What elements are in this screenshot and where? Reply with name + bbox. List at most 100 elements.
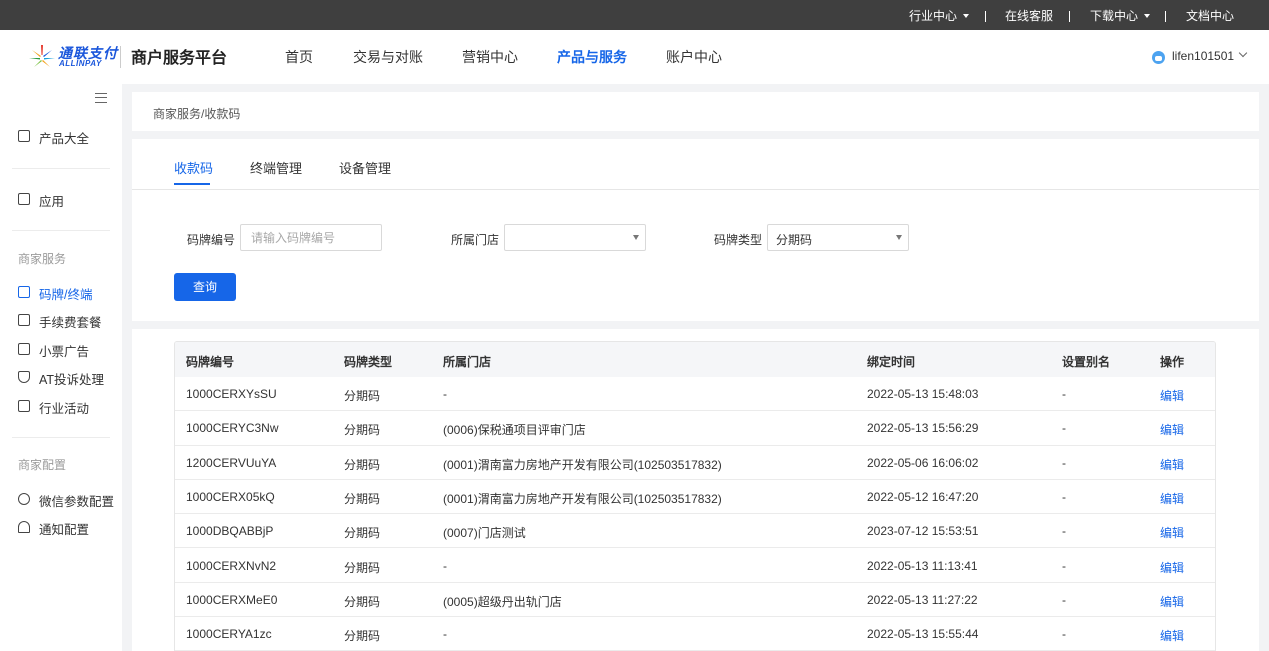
table-row: 1000CERXMeE0 分期码 (0005)超级丹出轨门店 2022-05-1… — [175, 583, 1215, 618]
cell-code-type: 分期码 — [344, 629, 381, 644]
edit-link[interactable]: 编辑 — [1160, 456, 1184, 473]
query-button[interactable]: 查询 — [174, 273, 236, 301]
nav-account-center[interactable]: 账户中心 — [666, 47, 722, 67]
sidebar-item-label: 应用 — [39, 195, 65, 209]
column-header-code-no: 码牌编号 — [186, 355, 235, 369]
cell-code-type: 分期码 — [344, 389, 381, 403]
breadcrumb: 商家服务/收款码 — [153, 107, 241, 121]
nav-transactions-reconciliation[interactable]: 交易与对账 — [353, 47, 423, 67]
cell-bind-time: 2022-05-13 15:55:44 — [867, 627, 979, 642]
cell-alias: - — [1062, 524, 1066, 539]
sidebar-divider — [12, 168, 110, 169]
table-row: 1000DBQABBjP 分期码 (0007)门店测试 2023-07-12 1… — [175, 514, 1215, 549]
tab-payment-code[interactable]: 收款码 — [174, 158, 213, 177]
sidebar-divider — [12, 437, 110, 438]
cell-code-type: 分期码 — [344, 526, 381, 541]
store-select[interactable] — [504, 224, 646, 251]
edit-link[interactable]: 编辑 — [1160, 627, 1184, 644]
column-header-alias: 设置别名 — [1062, 355, 1111, 369]
archive-box-icon — [18, 193, 30, 205]
sidebar-divider — [12, 230, 110, 231]
code-no-label: 码牌编号 — [187, 233, 236, 247]
cell-code-type: 分期码 — [344, 457, 381, 472]
active-tab-indicator — [174, 183, 210, 185]
cell-alias: - — [1062, 421, 1066, 436]
settings-cube-icon — [18, 493, 30, 505]
cell-bind-time: 2022-05-06 16:06:02 — [867, 455, 979, 470]
bell-icon — [18, 521, 30, 533]
cell-code-no: 1000CERXYsSU — [186, 387, 277, 401]
cell-alias: - — [1062, 558, 1066, 573]
cell-store: (0007)门店测试 — [443, 526, 526, 541]
download-center-dropdown[interactable]: 下载中心 — [1090, 0, 1151, 30]
industry-center-dropdown[interactable]: 行业中心 — [909, 0, 970, 30]
code-type-select[interactable]: 分期码 — [767, 224, 909, 251]
store-label: 所属门店 — [451, 233, 500, 247]
sidebar: 产品大全 应用 商家服务 码牌/终端 手续费套餐 小票广告 AT投诉处理 行业活… — [0, 84, 122, 651]
allinpay-logo[interactable]: 通联支付 ALLINPAY — [29, 43, 117, 71]
menu-collapse-icon[interactable] — [95, 93, 107, 103]
edit-link[interactable]: 编辑 — [1160, 490, 1184, 507]
code-no-input[interactable] — [240, 224, 382, 251]
cell-bind-time: 2023-07-12 15:53:51 — [867, 524, 979, 539]
cell-code-no: 1200CERVUuYA — [186, 455, 277, 470]
cell-code-type: 分期码 — [344, 423, 381, 438]
cell-bind-time: 2022-05-13 11:27:22 — [867, 592, 978, 607]
code-type-select-value: 分期码 — [776, 233, 813, 247]
table-row: 1000CERYA1zc 分期码 - 2022-05-13 15:55:44 -… — [175, 617, 1215, 651]
table-row: 1200CERVUuYA 分期码 (0001)渭南富力房地产开发有限公司(102… — [175, 446, 1215, 480]
edit-link[interactable]: 编辑 — [1160, 559, 1184, 576]
nav-products-services[interactable]: 产品与服务 — [557, 47, 627, 67]
cell-code-no: 1000DBQABBjP — [186, 524, 274, 539]
edit-link[interactable]: 编辑 — [1160, 387, 1184, 404]
tab-device-management[interactable]: 设备管理 — [339, 158, 391, 177]
code-type-label: 码牌类型 — [714, 233, 763, 247]
filter-panel: 收款码 终端管理 设备管理 码牌编号 所属门店 码牌类型 分期码 查询 — [132, 139, 1259, 321]
username: lifen101501 — [1172, 49, 1235, 63]
header-divider — [120, 46, 121, 68]
receipt-icon — [18, 343, 30, 355]
user-avatar-icon — [1152, 51, 1165, 64]
tab-terminal-management[interactable]: 终端管理 — [250, 158, 302, 177]
edit-link[interactable]: 编辑 — [1160, 524, 1184, 541]
chevron-down-icon — [1238, 48, 1248, 58]
nav-marketing-center[interactable]: 营销中心 — [462, 47, 518, 67]
cell-code-no: 1000CERX05kQ — [186, 489, 275, 504]
online-service-link[interactable]: 在线客服 — [1005, 0, 1053, 30]
main-header: 通联支付 ALLINPAY 商户服务平台 首页 交易与对账 营销中心 产品与服务… — [0, 30, 1269, 84]
terminal-icon — [18, 286, 30, 298]
cell-alias: - — [1062, 627, 1066, 642]
cell-bind-time: 2022-05-13 15:56:29 — [867, 421, 979, 436]
breadcrumb-bar: 商家服务/收款码 — [132, 92, 1259, 131]
sidebar-item-label: 产品大全 — [39, 132, 90, 146]
top-utility-bar: 行业中心 在线客服 下载中心 文档中心 — [0, 0, 1269, 30]
table-row: 1000CERXYsSU 分期码 - 2022-05-13 15:48:03 -… — [175, 377, 1215, 412]
docs-center-link[interactable]: 文档中心 — [1186, 0, 1234, 30]
cell-store: - — [443, 387, 447, 401]
cell-code-type: 分期码 — [344, 560, 381, 575]
cube-icon — [18, 130, 30, 142]
code-table: 码牌编号 码牌类型 所属门店 绑定时间 设置别名 操作 1000CERXYsSU… — [174, 341, 1216, 651]
cell-store: (0005)超级丹出轨门店 — [443, 594, 562, 609]
cell-store: - — [443, 558, 447, 573]
edit-link[interactable]: 编辑 — [1160, 593, 1184, 610]
cell-store: (0001)渭南富力房地产开发有限公司(102503517832) — [443, 491, 722, 506]
table-row: 1000CERYC3Nw 分期码 (0006)保税通项目评审门店 2022-05… — [175, 411, 1215, 446]
topbar-divider — [985, 11, 986, 22]
topbar-divider — [1165, 11, 1166, 22]
caret-down-icon — [633, 235, 639, 240]
results-panel: 码牌编号 码牌类型 所属门店 绑定时间 设置别名 操作 1000CERXYsSU… — [132, 329, 1259, 651]
tabs-divider — [132, 189, 1259, 190]
logo-text-en: ALLINPAY — [59, 59, 102, 68]
nav-home[interactable]: 首页 — [285, 47, 313, 67]
sidebar-group-merchant-service: 商家服务 — [18, 252, 67, 266]
cell-alias: - — [1062, 455, 1066, 470]
cell-bind-time: 2022-05-12 16:47:20 — [867, 489, 979, 504]
table-row: 1000CERXNvN2 分期码 - 2022-05-13 11:13:41 -… — [175, 549, 1215, 583]
cell-code-no: 1000CERXNvN2 — [186, 558, 277, 573]
edit-link[interactable]: 编辑 — [1160, 421, 1184, 438]
cell-code-no: 1000CERYC3Nw — [186, 421, 279, 436]
sidebar-item-label: AT投诉处理 — [39, 373, 105, 387]
sidebar-item-label: 行业活动 — [39, 402, 90, 416]
sidebar-item-label: 微信参数配置 — [39, 495, 115, 509]
